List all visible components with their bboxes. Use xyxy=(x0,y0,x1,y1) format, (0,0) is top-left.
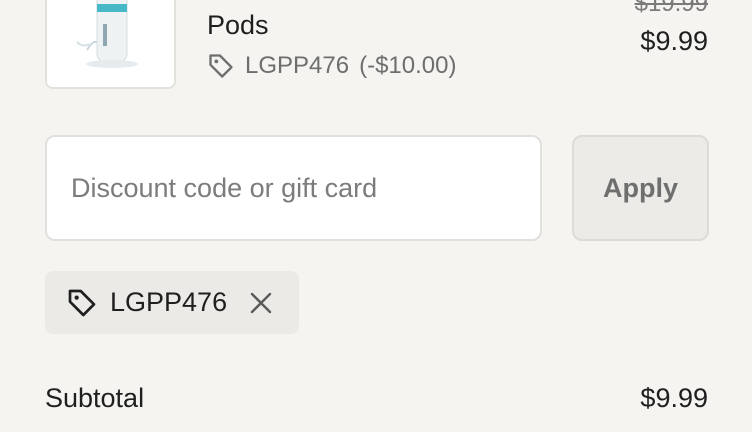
product-discount-amount: (-$10.00) xyxy=(359,52,457,79)
checkout-order-summary: Pods LGPP476 (-$10.00) $19.99 $9.99 Appl… xyxy=(0,0,752,432)
tag-icon xyxy=(68,289,96,316)
original-price: $19.99 xyxy=(634,0,708,17)
applied-discount-code: LGPP476 xyxy=(110,287,228,317)
product-discount-code: LGPP476 xyxy=(245,52,350,79)
tag-icon xyxy=(209,54,233,78)
product-name: Pods xyxy=(207,10,269,40)
close-icon[interactable] xyxy=(249,291,273,315)
product-image xyxy=(45,0,176,89)
subtotal-label: Subtotal xyxy=(45,383,145,413)
discount-code-input[interactable] xyxy=(45,135,542,241)
subtotal-value: $9.99 xyxy=(640,383,708,413)
product-bottle-icon xyxy=(47,0,174,87)
apply-button[interactable]: Apply xyxy=(572,135,709,241)
discounted-price: $9.99 xyxy=(640,26,708,56)
applied-discount-tag: LGPP476 xyxy=(45,271,299,334)
product-discount-line: LGPP476 (-$10.00) xyxy=(207,52,456,80)
